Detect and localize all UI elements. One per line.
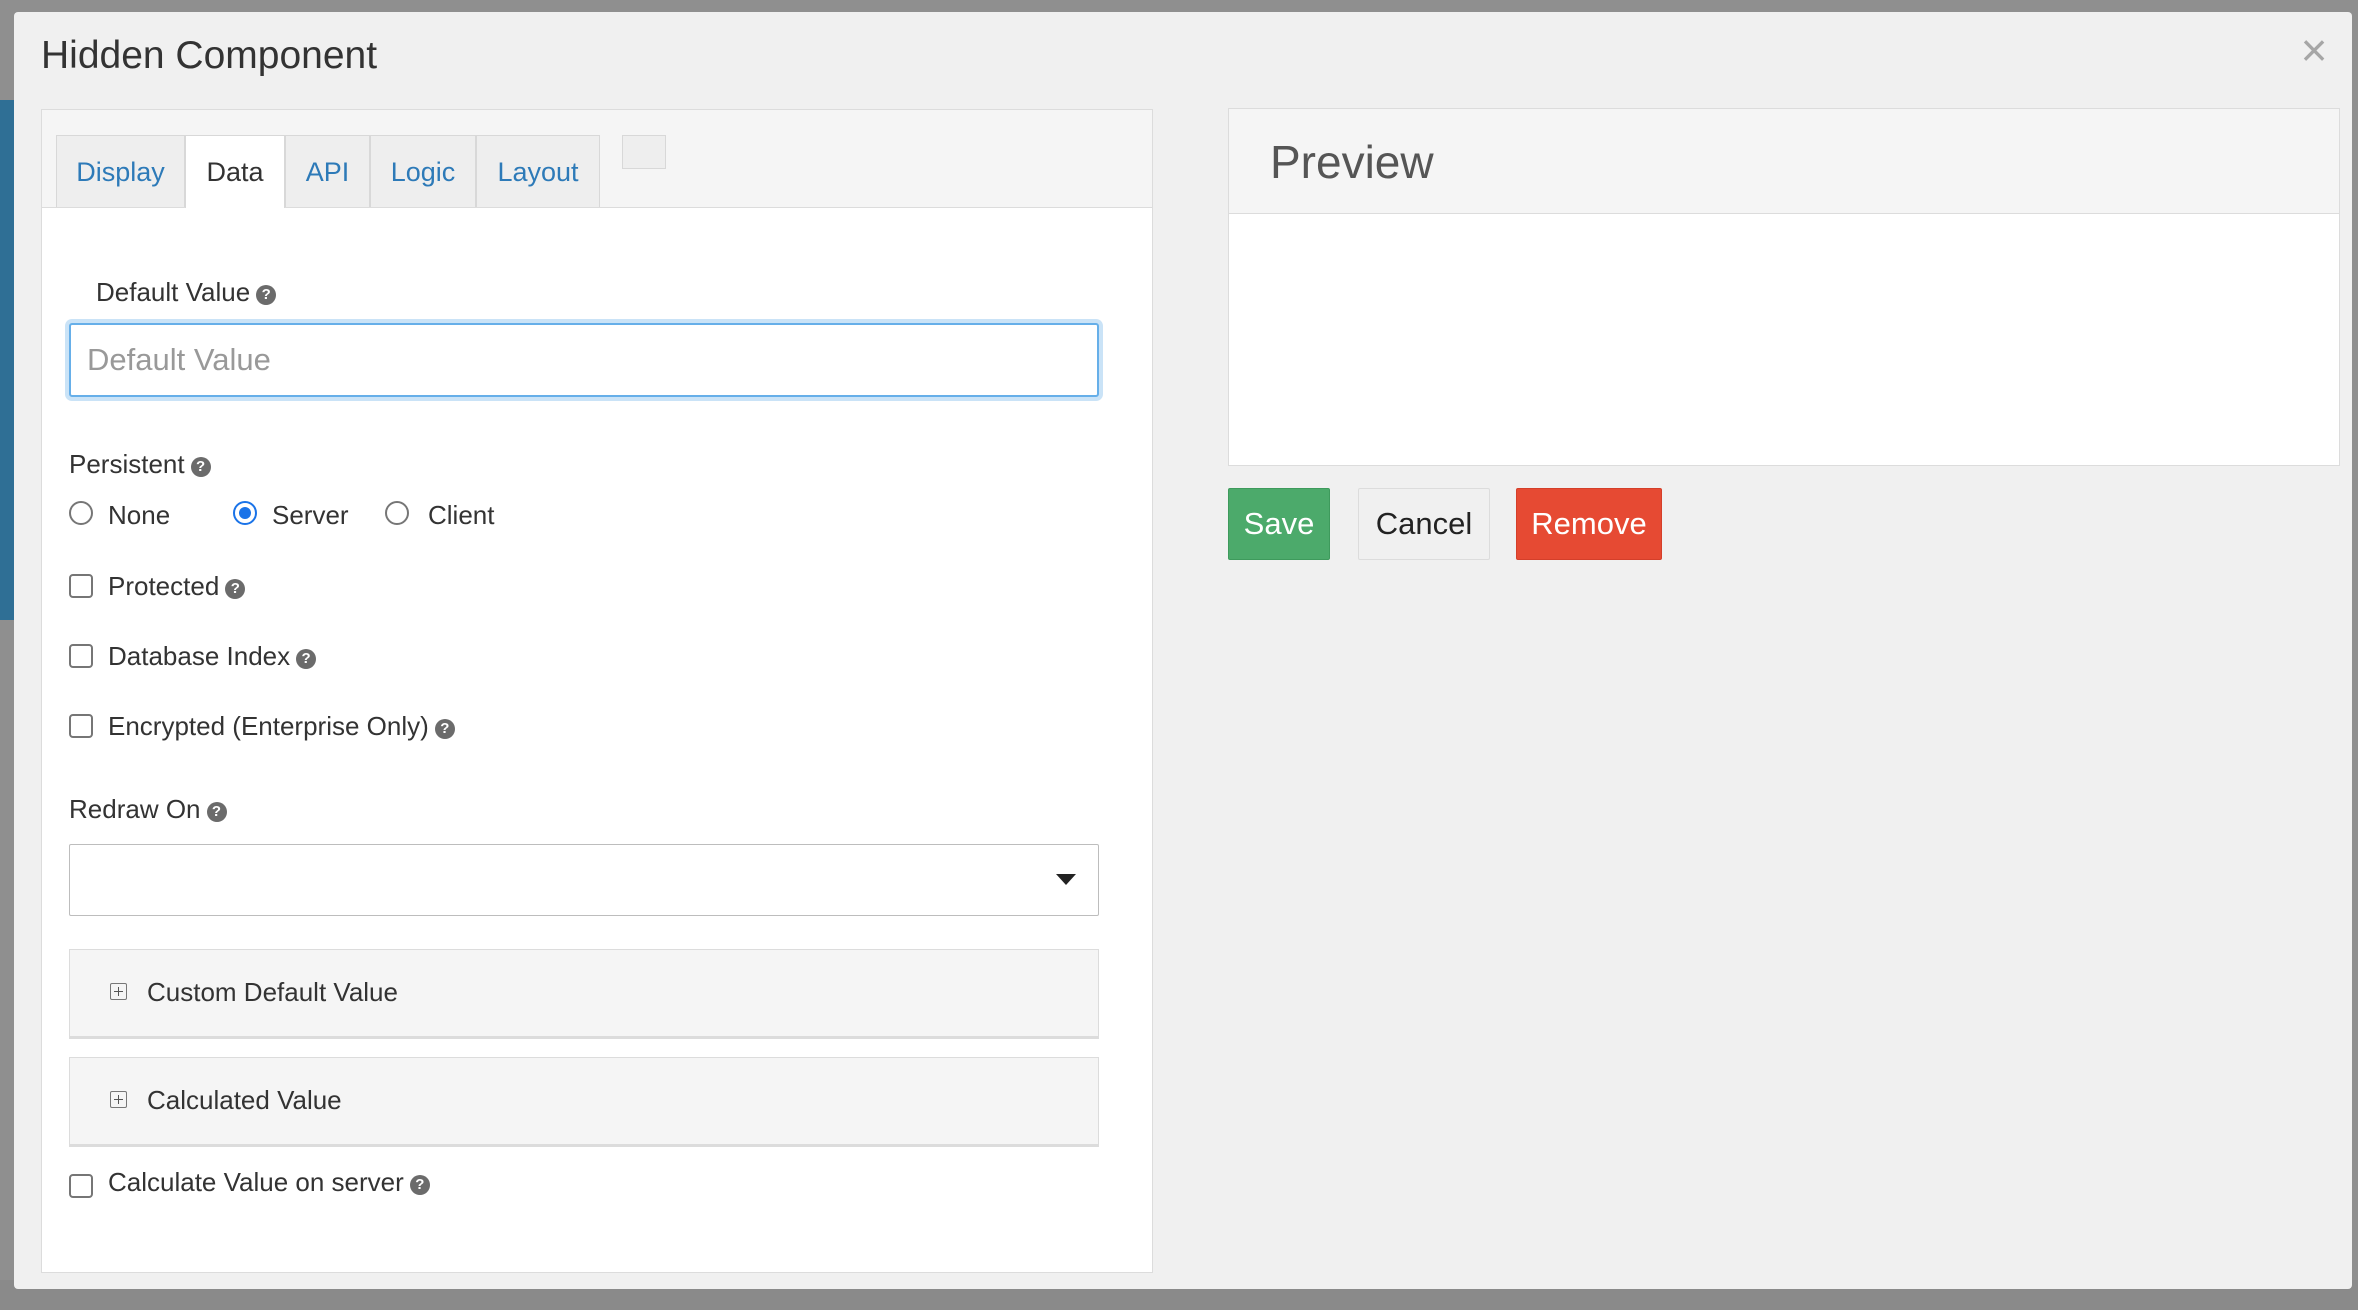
caret-down-icon	[1056, 874, 1076, 885]
persistent-server-radio[interactable]	[233, 501, 257, 525]
encrypted-checkbox[interactable]	[69, 714, 93, 738]
tab-layout[interactable]: Layout	[476, 135, 600, 207]
persistent-none-label: None	[108, 500, 171, 530]
preview-title: Preview	[1270, 136, 1434, 188]
database-index-checkbox[interactable]	[69, 644, 93, 668]
component-settings-modal: Hidden Component × Display Data API Logi…	[14, 12, 2352, 1289]
tab-logic[interactable]: Logic	[370, 135, 476, 207]
protected-checkbox[interactable]	[69, 574, 93, 598]
panel-title: Custom Default Value	[147, 977, 398, 1007]
redraw-on-label: Redraw On?	[69, 794, 227, 825]
help-icon[interactable]: ?	[256, 285, 277, 305]
tabs-bar: Display Data API Logic Layout	[42, 110, 1152, 208]
calculated-value-panel[interactable]: Calculated Value	[69, 1057, 1099, 1147]
calculate-on-server-label: Calculate Value on server?	[108, 1167, 430, 1198]
settings-form-card: Display Data API Logic Layout Default Va…	[41, 109, 1153, 1273]
help-icon[interactable]: ?	[296, 649, 317, 669]
help-icon[interactable]: ?	[409, 1175, 430, 1195]
persistent-server-label: Server	[272, 500, 349, 530]
help-icon[interactable]: ?	[434, 719, 455, 739]
help-icon[interactable]: ?	[206, 802, 227, 822]
plus-square-icon	[110, 1091, 127, 1108]
modal-title: Hidden Component	[41, 34, 378, 77]
tab-display[interactable]: Display	[56, 135, 185, 207]
cancel-button[interactable]: Cancel	[1358, 488, 1490, 560]
tab-data[interactable]: Data	[185, 135, 285, 208]
preview-card: Preview	[1228, 108, 2340, 466]
background-sidebar-strip	[0, 100, 14, 620]
redraw-on-select[interactable]	[69, 844, 1099, 916]
panel-title: Calculated Value	[147, 1085, 342, 1115]
plus-square-icon	[110, 983, 127, 1000]
preview-header: Preview	[1229, 109, 2339, 214]
default-value-label: Default Value?	[96, 277, 277, 308]
protected-label: Protected?	[108, 571, 246, 602]
encrypted-label: Encrypted (Enterprise Only)?	[108, 711, 455, 742]
default-value-input[interactable]	[69, 323, 1099, 397]
save-button[interactable]: Save	[1228, 488, 1330, 560]
tab-api[interactable]: API	[285, 135, 370, 207]
persistent-client-radio[interactable]	[385, 501, 409, 525]
custom-default-value-panel[interactable]: Custom Default Value	[69, 949, 1099, 1039]
persistent-client-label: Client	[428, 500, 495, 530]
persistent-none-radio[interactable]	[69, 501, 93, 525]
calculate-on-server-checkbox[interactable]	[69, 1174, 93, 1198]
help-icon[interactable]: ?	[190, 457, 211, 477]
persistent-label: Persistent?	[69, 449, 211, 480]
tab-extra[interactable]	[622, 135, 666, 169]
database-index-label: Database Index?	[108, 641, 317, 672]
remove-button[interactable]: Remove	[1516, 488, 1662, 560]
help-icon[interactable]: ?	[225, 579, 246, 599]
close-icon[interactable]: ×	[2294, 27, 2334, 73]
